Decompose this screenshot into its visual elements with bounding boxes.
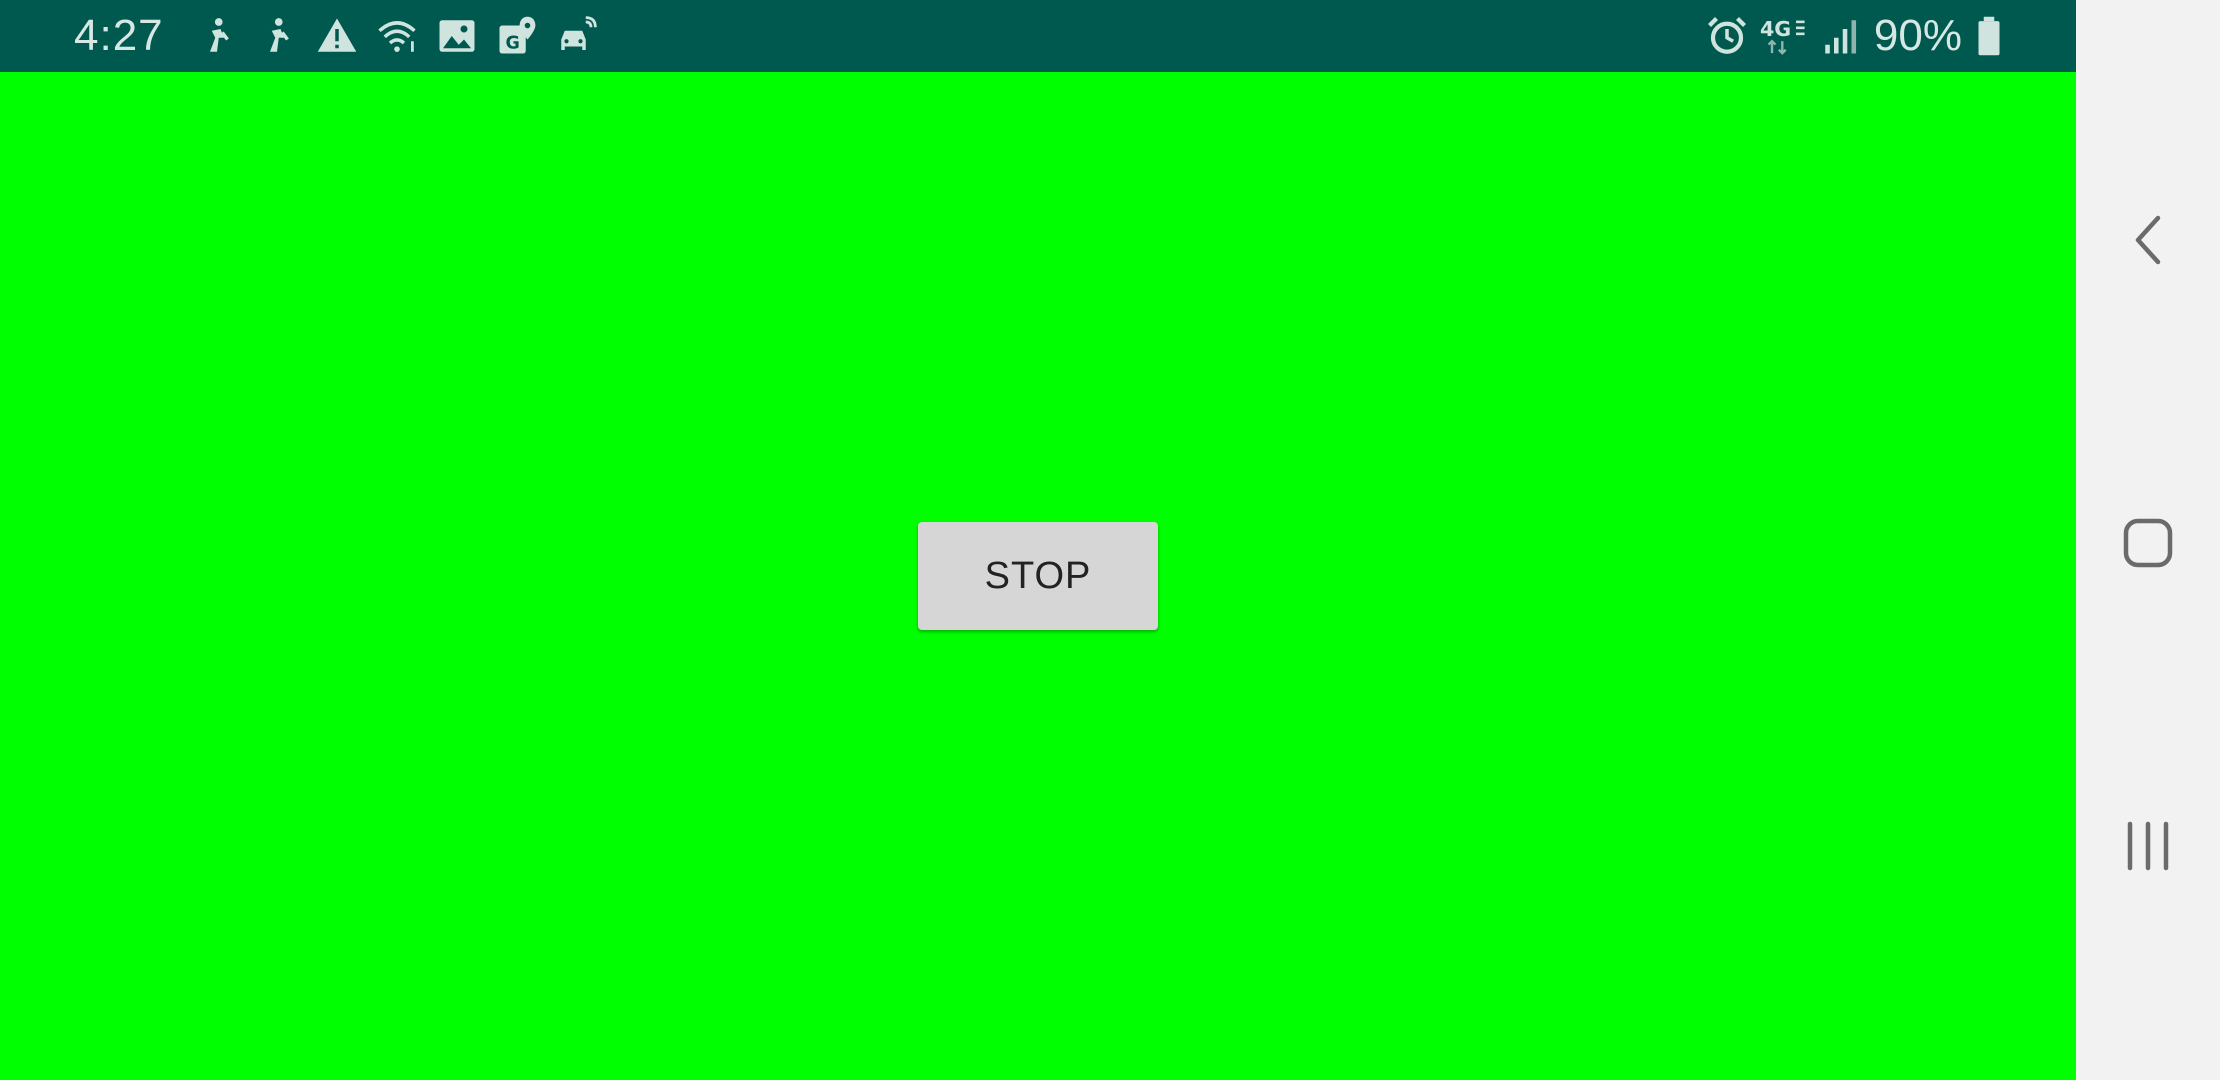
map-pin-icon: G	[496, 15, 538, 57]
signal-icon	[1820, 15, 1862, 57]
battery-percent: 90%	[1873, 11, 1962, 60]
lte-4g-icon: 4G	[1760, 15, 1808, 57]
navigation-bar	[2076, 0, 2220, 1080]
warning-icon	[316, 15, 358, 57]
back-icon	[2128, 212, 2168, 268]
svg-text:4G: 4G	[1760, 17, 1791, 41]
status-bar: 4:27 G 4G 90%	[0, 0, 2076, 72]
wifi-icon	[376, 15, 418, 57]
stop-button[interactable]: STOP	[918, 522, 1158, 630]
car-icon	[556, 15, 598, 57]
person-icon	[256, 15, 298, 57]
alarm-icon	[1706, 15, 1748, 57]
image-icon	[436, 15, 478, 57]
battery-icon	[1974, 15, 2004, 57]
status-right: 4G 90%	[1706, 0, 2004, 72]
status-time: 4:27	[74, 11, 164, 60]
back-button[interactable]	[2076, 180, 2220, 300]
app-content: STOP	[0, 72, 2076, 1080]
person-icon	[196, 15, 238, 57]
home-button[interactable]	[2076, 483, 2220, 603]
recents-button[interactable]	[2076, 786, 2220, 906]
recents-icon	[2124, 820, 2172, 872]
svg-text:G: G	[505, 33, 519, 53]
screen: 4:27 G 4G 90% STOP	[0, 0, 2220, 1080]
home-icon	[2122, 517, 2174, 569]
status-left: 4:27 G	[74, 0, 598, 72]
